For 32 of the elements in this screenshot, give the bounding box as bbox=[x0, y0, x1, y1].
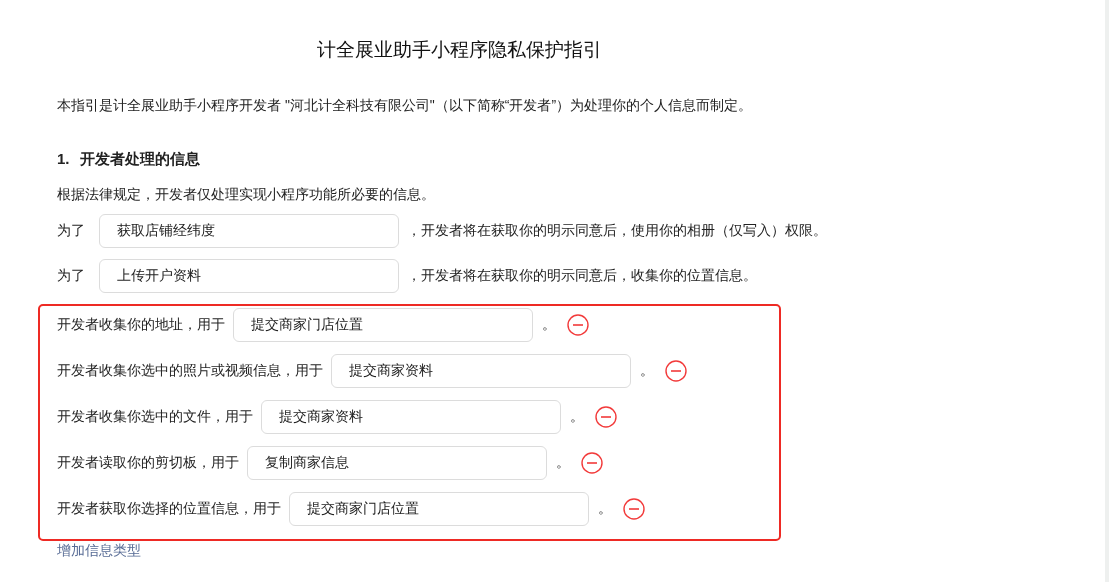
section-heading: 开发者处理的信息 bbox=[79, 149, 200, 169]
purpose-field[interactable]: 上传开户资料 bbox=[99, 259, 399, 293]
row-label: 开发者获取你选择的位置信息，用于 bbox=[57, 500, 281, 518]
remove-icon[interactable] bbox=[581, 452, 603, 474]
period-text: 。 bbox=[598, 500, 612, 518]
page-title: 计全展业助手小程序隐私保护指引 bbox=[317, 38, 603, 62]
row-label: 开发者收集你的地址，用于 bbox=[57, 316, 225, 334]
row-text: ，开发者将在获取你的明示同意后，收集你的位置信息。 bbox=[407, 267, 757, 285]
intro-paragraph: 本指引是计全展业助手小程序开发者 "河北计全科技有限公司"（以下简称“开发者”）为处理你的个人信息而制定。 bbox=[57, 96, 754, 115]
row-label: 开发者收集你选中的照片或视频信息，用于 bbox=[57, 362, 323, 380]
row-label: 开发者收集你选中的文件，用于 bbox=[57, 408, 253, 426]
row-label: 为了 bbox=[57, 222, 85, 240]
remove-icon[interactable] bbox=[665, 360, 687, 382]
remove-icon[interactable] bbox=[623, 498, 645, 520]
row-label: 为了 bbox=[57, 267, 85, 285]
add-info-type-link[interactable]: 增加信息类型 bbox=[57, 540, 141, 560]
purpose-field[interactable]: 复制商家信息 bbox=[247, 446, 547, 480]
purpose-field[interactable]: 提交商家资料 bbox=[331, 354, 631, 388]
purpose-field[interactable]: 提交商家门店位置 bbox=[289, 492, 589, 526]
period-text: 。 bbox=[556, 454, 570, 472]
row-label: 开发者读取你的剪切板，用于 bbox=[57, 454, 239, 472]
row-text: ，开发者将在获取你的明示同意后，使用你的相册（仅写入）权限。 bbox=[407, 222, 827, 240]
section-number: 1. bbox=[57, 149, 70, 169]
purpose-field[interactable]: 提交商家门店位置 bbox=[233, 308, 533, 342]
remove-icon[interactable] bbox=[595, 406, 617, 428]
period-text: 。 bbox=[640, 362, 654, 380]
period-text: 。 bbox=[542, 316, 556, 334]
note-text: 根据法律规定，开发者仅处理实现小程序功能所必要的信息。 bbox=[57, 185, 436, 204]
purpose-field[interactable]: 提交商家资料 bbox=[261, 400, 561, 434]
remove-icon[interactable] bbox=[567, 314, 589, 336]
purpose-field[interactable]: 获取店铺经纬度 bbox=[99, 214, 399, 248]
period-text: 。 bbox=[570, 408, 584, 426]
